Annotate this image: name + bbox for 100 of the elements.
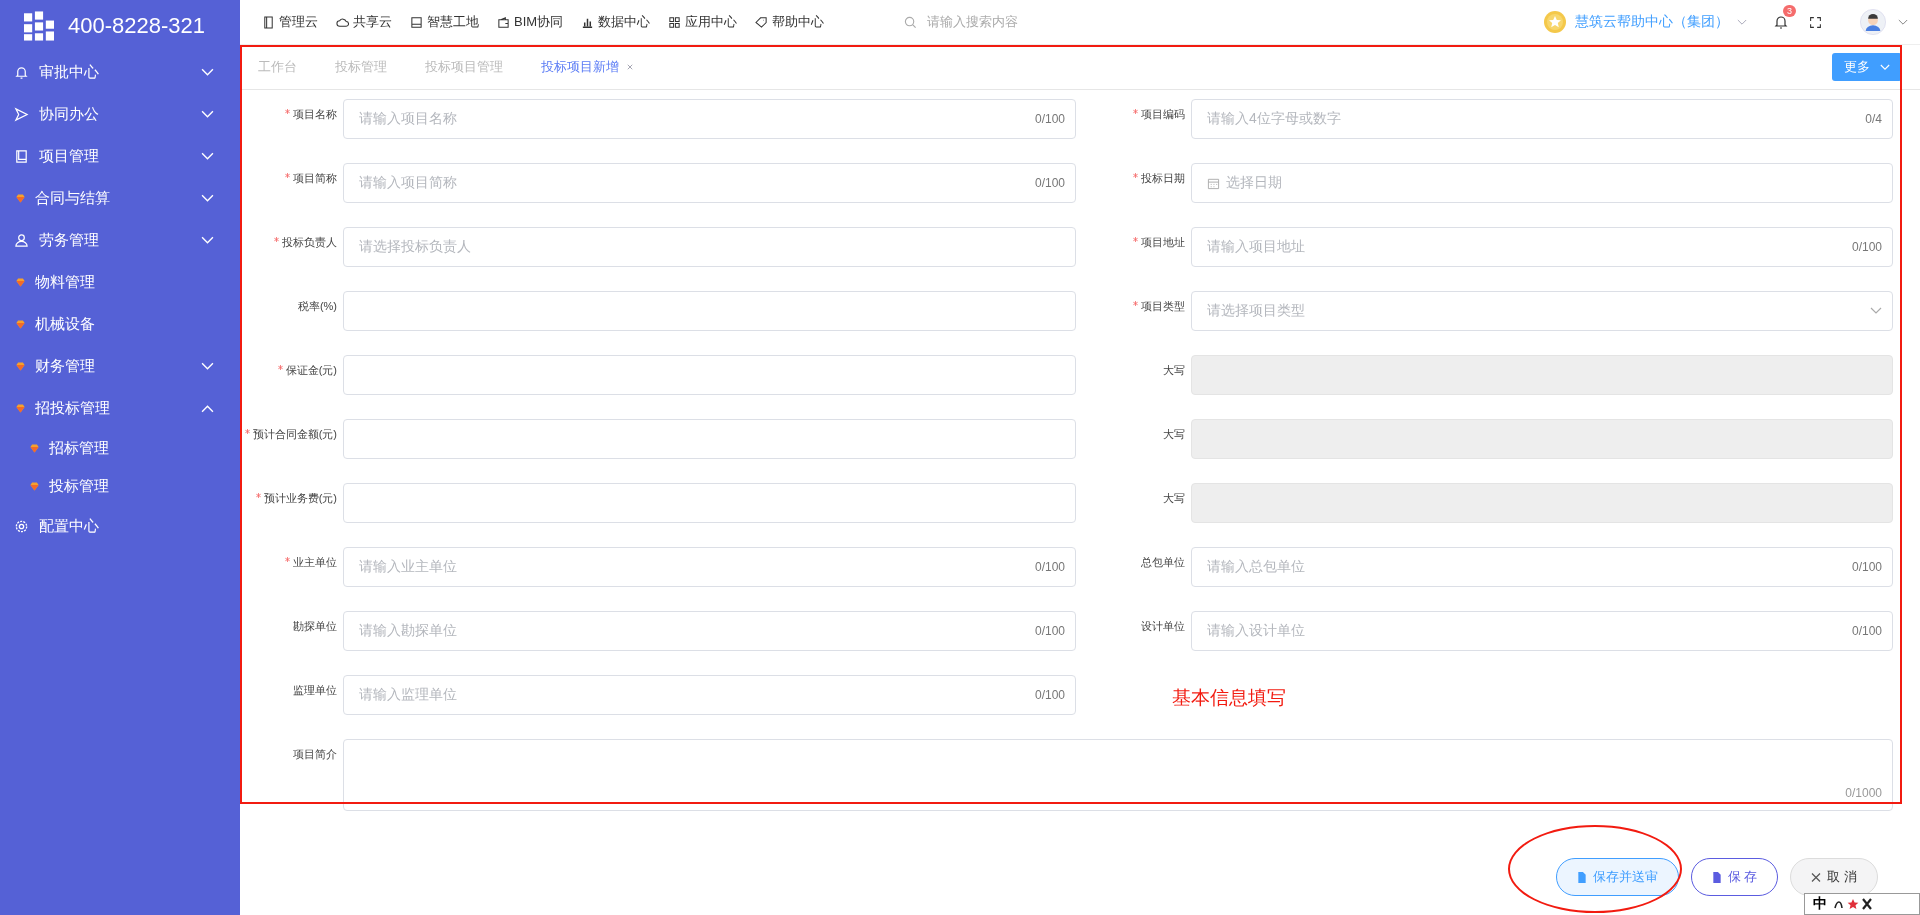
field-label: 税率(%) — [296, 299, 338, 314]
grid-icon — [668, 15, 682, 29]
cloud-icon — [336, 15, 349, 29]
chevron-icon — [201, 193, 214, 203]
text-area[interactable]: 0/1000 — [343, 739, 1893, 811]
chevron-icon — [201, 403, 214, 413]
sidebar-item[interactable]: 审批中心 — [0, 51, 240, 93]
nav-link[interactable]: 数据中心 — [581, 13, 651, 31]
nav-link[interactable]: 应用中心 — [668, 13, 738, 31]
star-badge-icon — [1543, 10, 1567, 34]
input-field[interactable] — [1191, 419, 1893, 459]
user-icon — [14, 232, 29, 248]
input-field[interactable] — [343, 419, 1076, 459]
sidebar-item-label: 招投标管理 — [35, 398, 111, 418]
send-icon — [14, 106, 29, 122]
tab[interactable]: 投标项目新增 — [541, 58, 633, 76]
notification-icon[interactable] — [1773, 14, 1789, 30]
sidebar-item[interactable]: 合同与结算 — [0, 177, 240, 219]
field-label: 项目地址 — [1088, 227, 1191, 250]
sidebar-item[interactable]: 招投标管理 — [0, 387, 240, 429]
card-icon — [262, 15, 275, 29]
chevron-icon — [201, 109, 214, 119]
input-field[interactable]: 请输入设计单位 0/100 — [1191, 611, 1893, 651]
input-field[interactable]: 请输入4位字母或数字 0/4 — [1191, 99, 1893, 139]
field-label: 项目简介 — [292, 747, 338, 762]
chevron-icon — [1737, 18, 1747, 26]
gem-icon — [14, 191, 27, 205]
sidebar-item[interactable]: 协同办公 — [0, 93, 240, 135]
toolbar-icons — [1833, 897, 1873, 911]
notification-count: 3 — [1783, 5, 1796, 17]
document-icon — [1711, 871, 1722, 883]
chevron-icon — [201, 67, 214, 77]
input-field[interactable] — [343, 291, 1076, 331]
field-label: 勘探单位 — [292, 619, 338, 634]
sidebar-item-label: 劳务管理 — [39, 230, 100, 250]
sidebar-item[interactable]: 项目管理 — [0, 135, 240, 177]
chevron-icon — [1880, 63, 1890, 71]
more-button[interactable]: 更多 — [1832, 53, 1902, 81]
input-field[interactable] — [1191, 483, 1893, 523]
document-icon — [1576, 871, 1587, 883]
book-icon — [14, 148, 29, 164]
input-field[interactable]: 请输入项目地址 0/100 — [1191, 227, 1893, 267]
field-label: 投标日期 — [1088, 163, 1191, 186]
close-icon[interactable] — [627, 64, 633, 70]
field-label: 预计业务费(元) — [240, 483, 343, 506]
nav-link[interactable]: 管理云 — [262, 13, 318, 31]
field-label: 大写 — [1162, 427, 1186, 442]
sidebar-item-label: 投标管理 — [49, 476, 110, 496]
field-label: 项目类型 — [1088, 291, 1191, 314]
input-field[interactable]: 请输入业主单位 0/100 — [343, 547, 1076, 587]
sidebar-item[interactable]: 财务管理 — [0, 345, 240, 387]
field-label: 设计单位 — [1140, 619, 1186, 634]
tag-icon — [755, 15, 769, 29]
input-field[interactable]: 请输入勘探单位 0/100 — [343, 611, 1076, 651]
nav-link[interactable]: 智慧工地 — [410, 13, 479, 31]
hotline-number: 400-8228-321 — [68, 12, 205, 39]
input-field[interactable] — [343, 355, 1076, 395]
search-icon — [904, 15, 918, 29]
gem-icon — [14, 275, 27, 289]
field-label: 预计合同金额(元) — [240, 419, 343, 442]
nav-link[interactable]: 共享云 — [336, 13, 392, 31]
sidebar-item-label: 财务管理 — [35, 356, 96, 376]
field-label: 项目简称 — [240, 163, 343, 186]
input-field[interactable] — [1191, 355, 1893, 395]
field-label: 保证金(元) — [240, 355, 343, 378]
nav-link[interactable]: BIM协同 — [497, 13, 564, 31]
input-field[interactable]: 请输入项目简称 0/100 — [343, 163, 1076, 203]
nav-link[interactable]: 帮助中心 — [755, 13, 825, 31]
sidebar-item[interactable]: 物料管理 — [0, 261, 240, 303]
input-field[interactable] — [343, 483, 1076, 523]
sidebar-item[interactable]: 劳务管理 — [0, 219, 240, 261]
sidebar-item-label: 项目管理 — [39, 146, 100, 166]
input-field[interactable]: 请输入监理单位 0/100 — [343, 675, 1076, 715]
save-button[interactable]: 保存并送审 — [1555, 858, 1679, 896]
wallet-icon — [497, 15, 510, 29]
field-label: 项目名称 — [240, 99, 343, 122]
input-field[interactable]: 请输入总包单位 0/100 — [1191, 547, 1893, 587]
cancel-button[interactable]: 取 消 — [1790, 858, 1878, 896]
avatar-icon[interactable] — [1860, 9, 1886, 35]
input-field[interactable]: 请输入项目名称 0/100 — [343, 99, 1076, 139]
sidebar-item[interactable]: 机械设备 — [0, 303, 240, 345]
sidebar-subitem[interactable]: 投标管理 — [0, 467, 240, 505]
sidebar-item-label: 机械设备 — [35, 314, 96, 334]
sidebar-item[interactable]: 配置中心 — [0, 505, 240, 547]
fullscreen-icon[interactable] — [1809, 15, 1822, 29]
field-label: 监理单位 — [292, 683, 338, 698]
sidebar-item-label: 审批中心 — [39, 62, 100, 82]
field-label: 业主单位 — [240, 547, 343, 570]
input-method-toolbar[interactable]: 中 — [1804, 893, 1920, 915]
chevron-icon — [201, 151, 214, 161]
chevron-icon — [1870, 307, 1882, 315]
bell-icon — [14, 64, 29, 80]
field-label: 总包单位 — [1140, 555, 1186, 570]
save-button[interactable]: 保 存 — [1690, 858, 1779, 896]
chevron-icon[interactable] — [1898, 18, 1908, 26]
sidebar-subitem[interactable]: 招标管理 — [0, 429, 240, 467]
gem-icon — [28, 479, 41, 493]
sidebar-item-label: 合同与结算 — [35, 188, 111, 208]
sidebar-item-label: 招标管理 — [49, 438, 110, 458]
organization-selector[interactable]: 慧筑云帮助中心（集团） — [1543, 10, 1747, 34]
